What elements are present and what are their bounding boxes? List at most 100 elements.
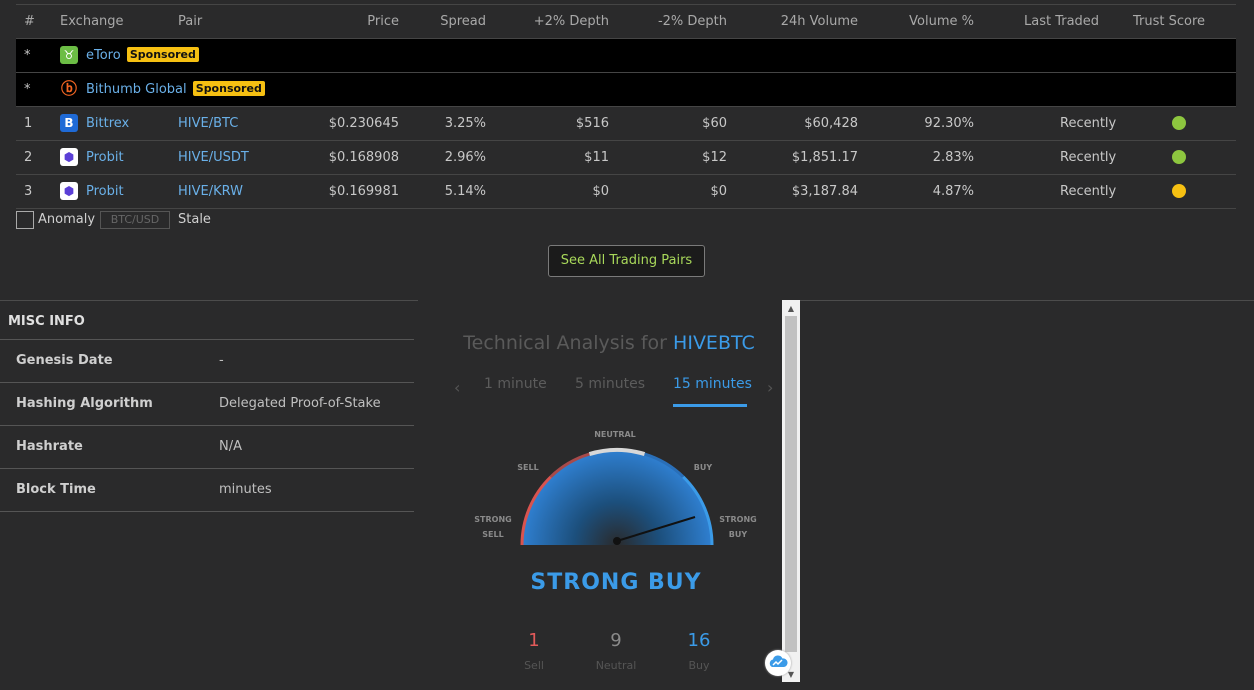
pair-link[interactable]: HIVE/BTC [178, 107, 238, 140]
table-row: 3 ⬢ Probit HIVE/KRW $0.169981 5.14% $0 $0… [16, 175, 1236, 209]
trust-score-dot [1172, 115, 1186, 130]
col-price[interactable]: Price [367, 5, 399, 38]
price: $0.169981 [328, 184, 399, 199]
gauge-label-strong-sell-2: SELL [482, 530, 503, 539]
info-key: Hashrate [16, 439, 83, 454]
neutral-count: 9 Neutral [586, 630, 646, 672]
trust-score [1133, 175, 1186, 208]
rank: * [24, 48, 31, 63]
rank: 2 [24, 150, 33, 165]
probit-logo-icon: ⬢ [60, 147, 78, 166]
trust-score-dot [1172, 149, 1186, 164]
col-trust-score[interactable]: Trust Score [1133, 5, 1205, 38]
trust-score [1133, 141, 1186, 174]
trust-score-dot [1172, 183, 1186, 198]
info-row: Block Time minutes [0, 469, 414, 512]
chat-bubble-icon[interactable] [765, 650, 791, 676]
technical-analysis-widget: Technical Analysis for HIVEBTC ‹ 1 minut… [418, 300, 800, 690]
exchange-cell[interactable]: ⓑ Bithumb Global Sponsored [60, 73, 265, 106]
col-exchange[interactable]: Exchange [60, 5, 124, 38]
signal-summary: STRONG BUY [530, 570, 702, 595]
exchange-name[interactable]: Bittrex [86, 116, 129, 131]
info-key: Hashing Algorithm [16, 396, 153, 411]
sponsored-row[interactable]: * ♉ eToro Sponsored [16, 39, 1236, 73]
info-key: Genesis Date [16, 353, 113, 368]
misc-info-title: MISC INFO [0, 304, 414, 340]
depth-up: $0 [592, 184, 609, 199]
table-header: # Exchange Pair Price Spread +2% Depth -… [16, 4, 1236, 39]
info-value: Delegated Proof-of-Stake [219, 396, 381, 411]
info-value: N/A [219, 439, 242, 454]
rank: 1 [24, 116, 33, 131]
exchange-cell[interactable]: ♉ eToro Sponsored [60, 39, 199, 72]
depth-up: $11 [584, 150, 609, 165]
price: $0.168908 [328, 150, 399, 165]
price: $0.230645 [328, 116, 399, 131]
scroll-up-arrow-icon[interactable]: ▲ [782, 302, 800, 316]
exchange-cell[interactable]: ⬢ Probit [60, 141, 124, 174]
info-row: Hashrate N/A [0, 426, 414, 469]
sponsored-badge: Sponsored [192, 81, 265, 96]
buy-count-label: Buy [688, 659, 710, 672]
trust-score [1133, 107, 1186, 140]
col-spread[interactable]: Spread [440, 5, 486, 38]
depth-down: $60 [702, 116, 727, 131]
last-traded: Recently [1060, 150, 1117, 165]
exchange-name[interactable]: Bithumb Global [86, 82, 187, 97]
spread: 5.14% [444, 184, 486, 199]
volume-pct: 2.83% [932, 150, 974, 165]
col-depth-up[interactable]: +2% Depth [534, 5, 609, 38]
gauge-label-sell: SELL [517, 463, 538, 472]
spread: 3.25% [444, 116, 486, 131]
depth-down: $0 [710, 184, 727, 199]
pair-link[interactable]: HIVE/USDT [178, 141, 249, 174]
exchange-name[interactable]: Probit [86, 184, 124, 199]
info-row: Genesis Date - [0, 340, 414, 383]
anomaly-label: Anomaly [38, 212, 96, 227]
gauge-needle-hub [613, 537, 621, 545]
chart-cloud-icon [769, 655, 788, 667]
sell-count: 1 Sell [504, 630, 564, 672]
info-row: Hashing Algorithm Delegated Proof-of-Sta… [0, 383, 414, 426]
scroll-thumb[interactable] [785, 316, 797, 652]
col-volume-pct[interactable]: Volume % [909, 5, 974, 38]
anomaly-checkbox [16, 211, 34, 229]
sell-count-value: 1 [528, 630, 540, 651]
col-last-traded[interactable]: Last Traded [1024, 5, 1099, 38]
pair-link[interactable]: HIVE/KRW [178, 175, 243, 208]
sponsored-row[interactable]: * ⓑ Bithumb Global Sponsored [16, 73, 1236, 107]
volume-pct: 92.30% [924, 116, 974, 131]
spread: 2.96% [444, 150, 486, 165]
gauge-label-strong-sell-1: STRONG [474, 515, 511, 524]
info-key: Block Time [16, 482, 96, 497]
see-all-trading-pairs-button[interactable]: See All Trading Pairs [548, 245, 705, 277]
table-row: 2 ⬢ Probit HIVE/USDT $0.168908 2.96% $11 … [16, 141, 1236, 175]
gauge-label-strong-buy-1: STRONG [719, 515, 756, 524]
volume: $60,428 [804, 116, 858, 131]
info-value: minutes [219, 482, 272, 497]
col-rank[interactable]: # [24, 5, 44, 38]
misc-info-panel: MISC INFO Genesis Date - Hashing Algorit… [0, 304, 414, 512]
col-volume[interactable]: 24h Volume [781, 5, 858, 38]
btcusd-tag: BTC/USD [100, 211, 170, 229]
exchange-cell[interactable]: ⬢ Probit [60, 175, 124, 208]
volume: $1,851.17 [791, 150, 858, 165]
etoro-logo-icon: ♉ [60, 45, 78, 64]
rank: * [24, 82, 31, 97]
gauge-label-strong-buy-2: BUY [729, 530, 748, 539]
last-traded: Recently [1060, 116, 1117, 131]
buy-count-value: 16 [687, 630, 711, 651]
widget-scrollbar[interactable]: ▲ ▼ [782, 300, 800, 682]
col-depth-down[interactable]: -2% Depth [658, 5, 727, 38]
last-traded: Recently [1060, 184, 1117, 199]
exchange-name[interactable]: eToro [86, 48, 121, 63]
info-value: - [219, 353, 224, 368]
probit-logo-icon: ⬢ [60, 181, 78, 200]
rank: 3 [24, 184, 33, 199]
col-pair[interactable]: Pair [178, 5, 202, 38]
exchange-cell[interactable]: B Bittrex [60, 107, 129, 140]
sponsored-badge: Sponsored [126, 47, 199, 62]
exchange-name[interactable]: Probit [86, 150, 124, 165]
neutral-count-value: 9 [610, 630, 622, 651]
depth-down: $12 [702, 150, 727, 165]
